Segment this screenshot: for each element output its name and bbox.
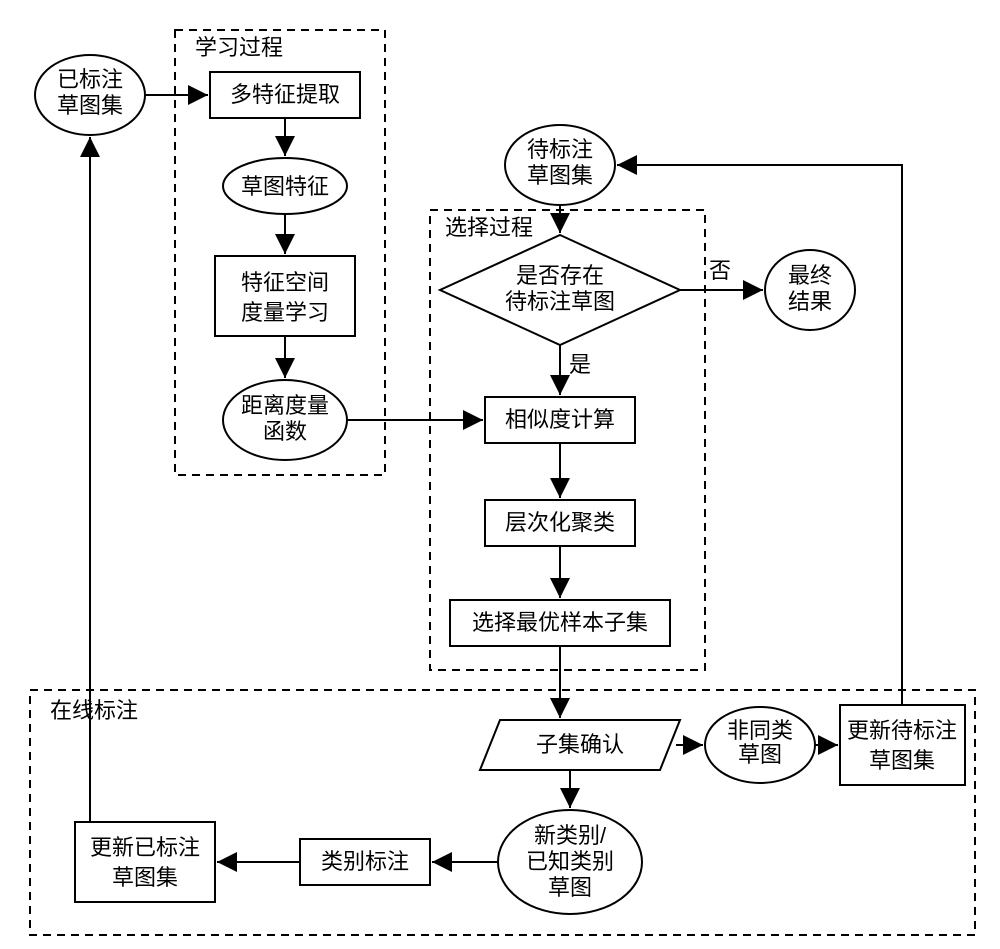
- dist-fn-text-l1: 距离度量: [241, 393, 329, 418]
- newclass-text-l2: 已知类别: [526, 849, 614, 874]
- final-result-text-l2: 结果: [788, 289, 832, 314]
- space-learn-text-l2: 度量学习: [241, 300, 329, 325]
- labeled-set-text-l2: 草图集: [57, 93, 123, 118]
- feature-extract-text: 多特征提取: [230, 82, 340, 107]
- group-select-label: 选择过程: [445, 215, 533, 240]
- cluster-text: 层次化聚类: [505, 510, 615, 535]
- best-subset-text: 选择最优样本子集: [472, 610, 648, 635]
- update-labeled-text-l2: 草图集: [112, 865, 178, 890]
- confirm-subset-text: 子集确认: [536, 732, 624, 757]
- dist-fn-text-l2: 函数: [263, 419, 307, 444]
- update-unlabeled-text-l2: 草图集: [869, 748, 935, 773]
- unlabeled-set-text-l1: 待标注: [527, 137, 593, 162]
- nonclass-text-l2: 草图: [738, 742, 782, 767]
- labeled-set-text-l1: 已标注: [57, 67, 123, 92]
- class-label-text: 类别标注: [321, 849, 409, 874]
- update-labeled-box: [75, 822, 215, 902]
- sketch-feature-text: 草图特征: [241, 174, 329, 199]
- label-no: 否: [709, 258, 731, 283]
- unlabeled-set-text-l2: 草图集: [527, 163, 593, 188]
- group-online-label: 在线标注: [50, 698, 138, 723]
- space-learn-text-l1: 特征空间: [241, 270, 329, 295]
- update-unlabeled-box: [840, 705, 965, 785]
- update-labeled-text-l1: 更新已标注: [90, 835, 200, 860]
- decision-text-l1: 是否存在: [516, 263, 604, 288]
- update-unlabeled-text-l1: 更新待标注: [847, 718, 957, 743]
- newclass-text-l3: 草图: [548, 875, 592, 900]
- final-result-text-l1: 最终: [788, 263, 832, 288]
- nonclass-text-l1: 非同类: [727, 718, 793, 743]
- newclass-text-l1: 新类别/: [534, 823, 607, 848]
- similarity-text: 相似度计算: [505, 407, 615, 432]
- label-yes: 是: [569, 352, 591, 377]
- group-learn-label: 学习过程: [195, 35, 283, 60]
- decision-text-l2: 待标注草图: [505, 289, 615, 314]
